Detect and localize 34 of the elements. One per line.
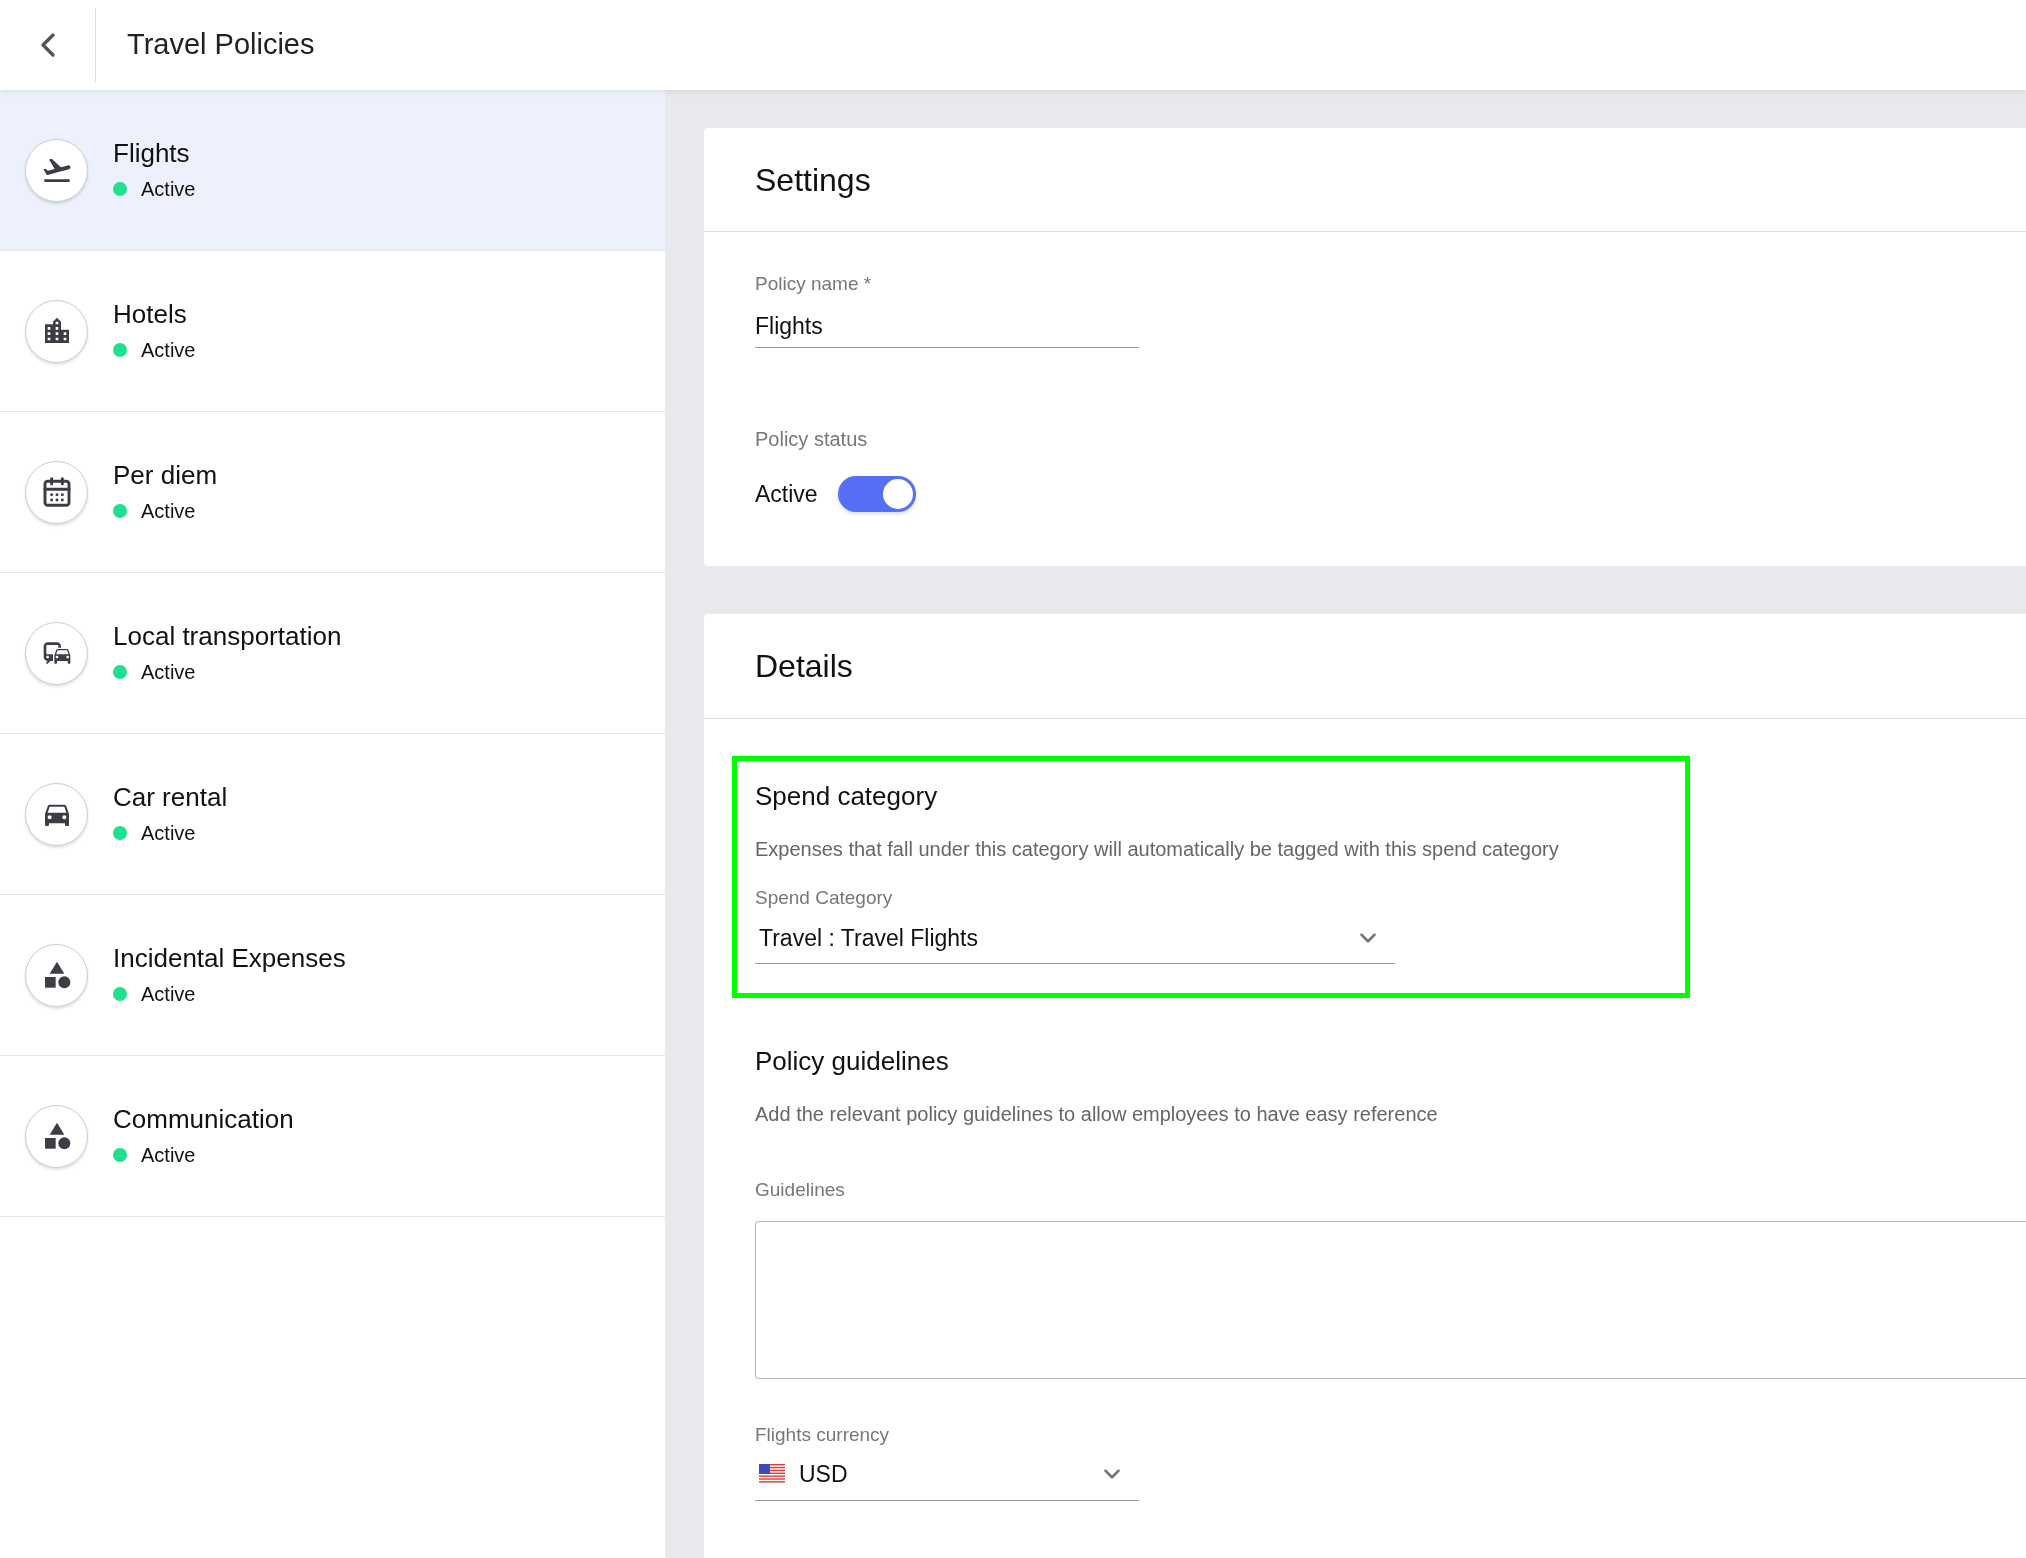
field-label: Spend Category bbox=[755, 886, 894, 910]
currency-select[interactable]: USD bbox=[755, 1457, 1139, 1501]
status-text: Active bbox=[141, 660, 196, 685]
policy-name: Hotels bbox=[113, 298, 188, 331]
card-heading: Details bbox=[755, 647, 853, 686]
policy-name: Per diem bbox=[113, 459, 218, 492]
section-description: Add the relevant policy guidelines to allow employees to have easy reference bbox=[755, 1102, 1439, 1127]
section-heading: Policy guidelines bbox=[755, 1045, 950, 1078]
spend-category-select[interactable]: Travel : Travel Flights bbox=[755, 920, 1395, 964]
field-label: Policy status bbox=[755, 427, 869, 452]
policy-item[interactable]: Flights Active bbox=[0, 90, 665, 251]
status-toggle[interactable] bbox=[837, 476, 916, 512]
status-text: Active bbox=[141, 982, 196, 1007]
status-text: Active bbox=[141, 177, 196, 202]
policy-name: Car rental bbox=[113, 781, 228, 814]
policy-name: Communication bbox=[113, 1103, 294, 1136]
field-label: Flights currency bbox=[755, 1422, 891, 1447]
policy-name: Incidental Expenses bbox=[113, 942, 346, 975]
status-text: Active bbox=[141, 338, 196, 363]
status-text: Active bbox=[141, 821, 196, 846]
policy-name: Local transportation bbox=[113, 620, 342, 653]
policy-name-field[interactable]: Flights bbox=[755, 308, 1139, 348]
page-title: Travel Policies bbox=[127, 27, 315, 63]
section-heading: Spend category bbox=[755, 780, 939, 813]
guidelines-field[interactable] bbox=[755, 1220, 2026, 1379]
section-description: Expenses that fall under this category will automatically be tagged with this spend category bbox=[755, 837, 1560, 862]
status-text: Active bbox=[141, 499, 196, 524]
field-label: Policy name * bbox=[755, 272, 873, 296]
flag-icon bbox=[759, 1464, 785, 1485]
status-text: Active bbox=[141, 1143, 196, 1168]
policy-name: Flights bbox=[113, 137, 191, 170]
card-heading: Settings bbox=[755, 160, 871, 200]
toggle-label: Active bbox=[755, 479, 818, 509]
field-label: Guidelines bbox=[755, 1178, 846, 1202]
